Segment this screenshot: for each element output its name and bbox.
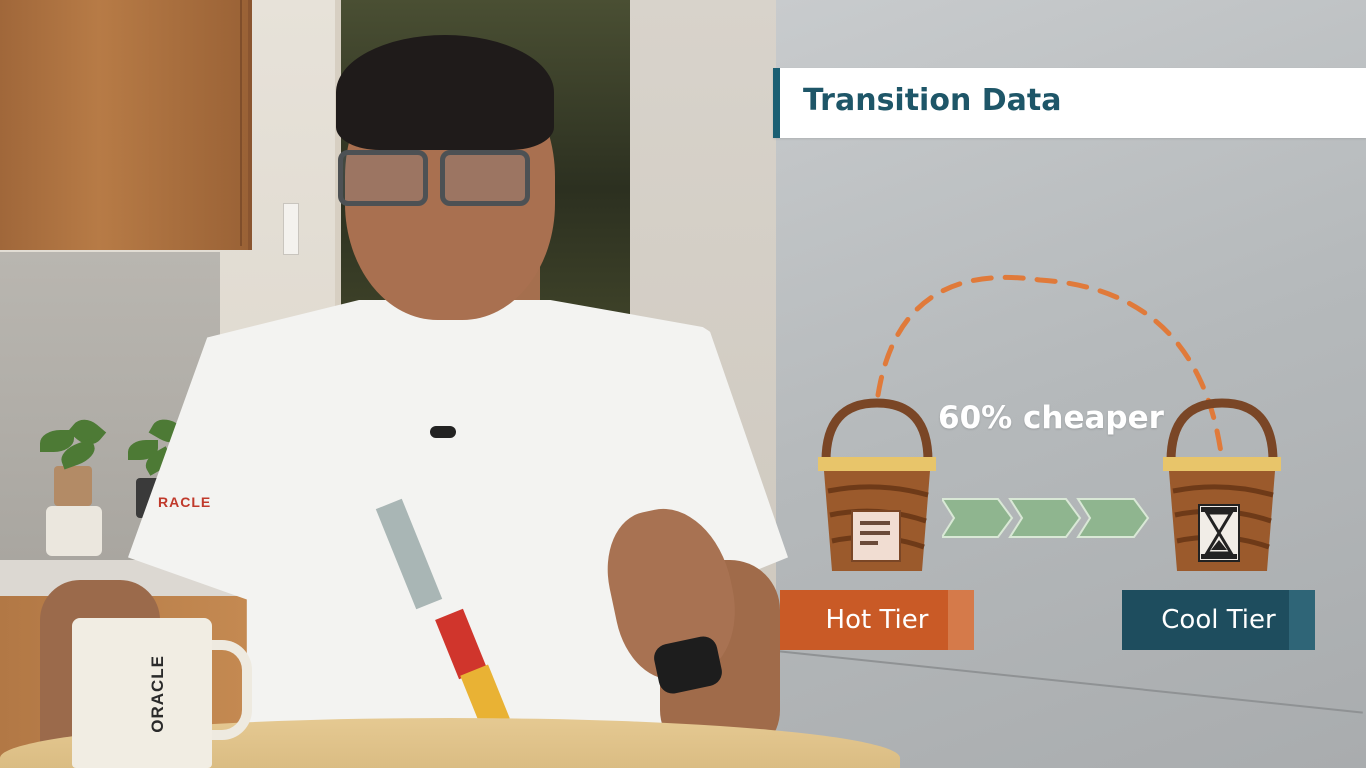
mug-logo: ORACLE xyxy=(148,655,167,733)
hot-tier-label: Hot Tier xyxy=(780,590,974,650)
lapel-microphone xyxy=(430,426,456,438)
savings-label: 60% cheaper xyxy=(938,400,1164,436)
video-frame: RACLE ORACLE Transition Data 60% cheaper xyxy=(0,0,1366,768)
wall-switch xyxy=(283,203,299,255)
bucket-icon xyxy=(818,398,936,571)
bucket-icon xyxy=(1163,398,1281,571)
slide-title: Transition Data xyxy=(803,83,1062,118)
chevron-arrow-icon xyxy=(942,498,1150,538)
hourglass-icon xyxy=(1198,504,1240,562)
hair xyxy=(336,35,554,150)
coffee-mug xyxy=(72,618,212,768)
document-icon xyxy=(851,510,901,562)
title-accent-bar xyxy=(773,68,780,138)
eyeglasses xyxy=(334,150,534,210)
wood-cabinet xyxy=(0,0,252,250)
cool-tier-label: Cool Tier xyxy=(1122,590,1315,650)
shirt-logo: RACLE xyxy=(158,494,212,510)
